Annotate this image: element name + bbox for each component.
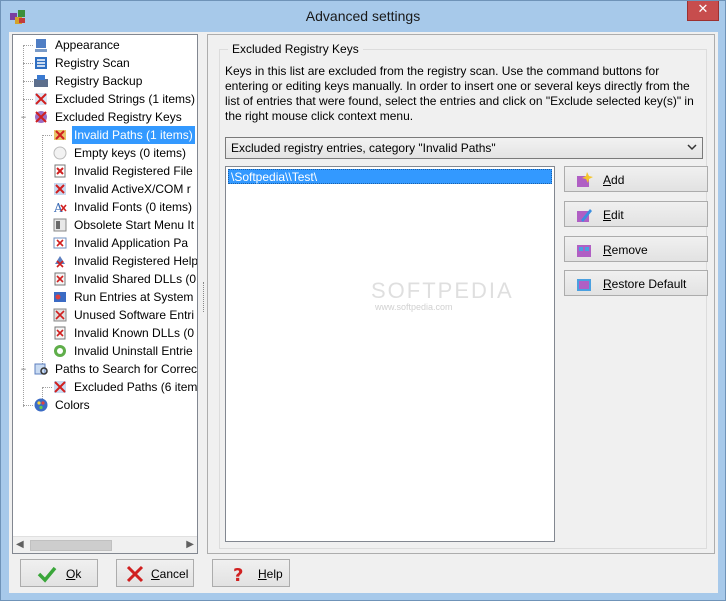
edit-icon [577,209,592,222]
tree-line [23,81,33,82]
scroll-right-icon[interactable]: ▶ [186,539,194,550]
close-button[interactable]: ✕ [687,1,719,21]
remove-icon [577,245,591,257]
tree-line [23,63,33,64]
run-entries-icon [54,292,66,302]
ok-label: Ok [66,567,82,581]
tree-item-label: Invalid Fonts (0 items) [74,200,193,214]
cancel-button[interactable]: Cancel [116,559,194,587]
collapse-toggle[interactable]: − [19,365,28,374]
tree-item-label: Paths to Search for Correc [55,362,198,376]
svg-text:?: ? [233,565,243,584]
tree-item-label: Invalid Registered Help [74,254,198,268]
splitter-handle[interactable] [203,282,205,312]
tree-item-label: Invalid Shared DLLs (0 [74,272,197,286]
restore-default-button[interactable]: Restore Default [564,270,708,296]
dialog-client: − − Appearance Registry Scan Registry Ba… [9,32,718,593]
tree-line [42,135,52,136]
category-dropdown[interactable]: Excluded registry entries, category "Inv… [225,137,703,159]
search-paths-icon [34,363,48,375]
excluded-strings-icon [35,93,47,105]
add-icon [577,172,593,187]
remove-label: Remove [603,243,648,257]
known-dlls-icon [54,326,66,340]
watermark-logo: SOFTPEDIA [371,278,514,303]
group-title: Excluded Registry Keys [228,42,363,56]
tree-item-label: Invalid ActiveX/COM r [74,182,191,196]
tree-item-label: Run Entries at System [74,290,194,304]
start-menu-icon [53,218,67,232]
tree-item-label: Colors [55,398,90,412]
tree-item-label: Appearance [55,38,120,52]
restore-icon [577,279,591,291]
tree-content: − − Appearance Registry Scan Registry Ba… [13,35,197,535]
tree-item-label: Excluded Strings (1 items) [55,92,196,106]
settings-tree[interactable]: − − Appearance Registry Scan Registry Ba… [12,34,198,554]
excluded-keys-list[interactable]: \Softpedia\\Test\ [225,166,555,542]
checkmark-icon [37,566,57,583]
excluded-paths-icon [54,381,66,393]
help-icon: ? [233,565,243,584]
empty-keys-icon [53,146,67,160]
title-bar[interactable]: Advanced settings ✕ [1,1,725,32]
tree-line [42,135,43,370]
software-entries-icon [53,308,67,322]
remove-button[interactable]: Remove [564,236,708,262]
tree-item-label: Empty keys (0 items) [74,146,187,160]
watermark-url: www.softpedia.com [375,302,453,312]
shared-dlls-icon [54,272,66,286]
edit-label: Edit [603,208,624,222]
restore-label: Restore Default [603,277,687,291]
tree-item-label: Invalid Registered File [74,164,193,178]
registered-file-icon [54,164,66,178]
category-selected: Excluded registry entries, category "Inv… [231,141,496,155]
colors-icon [34,398,48,412]
add-button[interactable]: Add [564,166,708,192]
fonts-icon: A [53,201,67,215]
appearance-icon [35,39,47,52]
uninstall-icon [54,345,66,357]
tree-item-label: Invalid Known DLLs (0 [74,326,195,340]
help-button[interactable]: ? Help [212,559,290,587]
add-label: Add [603,173,625,187]
description-text: Keys in this list are excluded from the … [225,64,694,123]
tree-item-label: Obsolete Start Menu It [74,218,195,232]
help-files-icon [55,256,65,268]
tree-item-label: Excluded Registry Keys [55,110,182,124]
registry-scan-icon [35,57,47,69]
tree-item-label: Excluded Paths (6 item [74,380,198,394]
tree-line [42,387,52,388]
tree-item-label: Invalid Uninstall Entrie [74,344,193,358]
collapse-toggle[interactable]: − [19,113,28,122]
cancel-icon [126,565,144,583]
scroll-thumb[interactable] [30,540,112,551]
ok-button[interactable]: Ok [20,559,98,587]
svg-text:A: A [53,201,63,215]
tree-item-label: Invalid Paths (1 items) [72,126,195,144]
tree-item-label: Invalid Application Pa [74,236,189,250]
edit-button[interactable]: Edit [564,201,708,227]
tree-item-label: Registry Scan [55,56,130,70]
invalid-paths-icon [54,130,66,140]
tree-item-label: Registry Backup [55,74,143,88]
list-item[interactable]: \Softpedia\\Test\ [228,169,552,184]
tree-item-label: Unused Software Entri [74,308,195,322]
excluded-keys-icon [35,111,47,123]
tree-line [23,405,33,406]
tree-horizontal-scrollbar[interactable]: ◀ ▶ [13,536,197,553]
window-title: Advanced settings [305,8,421,24]
advanced-settings-window: Advanced settings ✕ − − Appearance Regis… [0,0,726,601]
cancel-label: Cancel [151,567,189,581]
scroll-left-icon[interactable]: ◀ [16,539,24,550]
application-paths-icon [53,237,67,249]
help-label: Help [258,567,283,581]
tree-line [23,45,33,46]
chevron-down-icon [687,144,697,151]
registry-backup-icon [34,75,48,87]
activex-icon [54,183,66,195]
tree-line [23,99,33,100]
